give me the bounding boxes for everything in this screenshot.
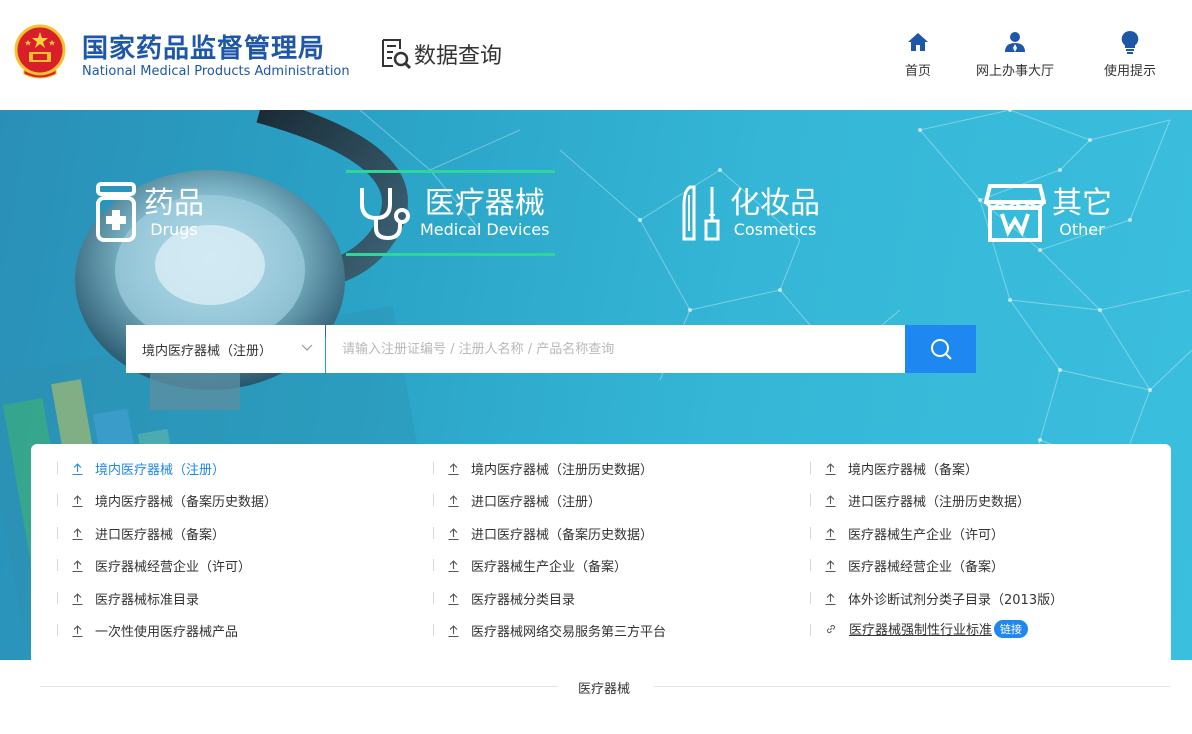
link-item[interactable]: 境内医疗器械（注册）	[72, 459, 225, 478]
upload-icon	[825, 494, 836, 507]
category-other-cn: 其它	[1052, 186, 1112, 221]
category-select[interactable]: 境内医疗器械（注册）	[126, 325, 325, 373]
separator	[810, 494, 811, 506]
category-cosmetics-cn: 化妆品	[730, 186, 820, 221]
category-medical-devices-en: Medical Devices	[420, 220, 550, 239]
link-badge: 链接	[994, 619, 1029, 638]
search-button[interactable]	[905, 325, 976, 373]
upload-icon	[72, 592, 83, 605]
separator	[433, 559, 434, 571]
brand-name-cn: 国家药品监督管理局	[82, 34, 326, 64]
home-icon	[908, 33, 928, 51]
upload-icon	[448, 559, 459, 572]
link-item[interactable]: 医疗器械标准目录	[72, 589, 199, 608]
brand-name-en: National Medical Products Administration	[82, 64, 350, 79]
upload-icon	[448, 494, 459, 507]
category-select-value: 境内医疗器械（注册）	[142, 343, 273, 359]
separator	[810, 462, 811, 474]
separator	[810, 624, 811, 636]
upload-icon	[448, 462, 459, 475]
nav-tips-label: 使用提示	[1104, 64, 1157, 79]
data-query-title: 数据查询	[380, 37, 502, 71]
top-header: 国家药品监督管理局 National Medical Products Admi…	[0, 0, 1192, 110]
section-title: 医疗器械	[578, 682, 631, 697]
link-icon	[826, 624, 836, 633]
separator	[810, 559, 811, 571]
link-item[interactable]: 医疗器械网络交易服务第三方平台	[448, 621, 666, 640]
upload-icon	[72, 559, 83, 572]
link-item[interactable]: 一次性使用医疗器械产品	[72, 621, 238, 640]
separator	[57, 527, 58, 539]
category-drugs-en: Drugs	[150, 220, 198, 239]
link-item[interactable]: 医疗器械经营企业（备案）	[825, 556, 1004, 575]
category-drugs-cn: 药品	[144, 186, 204, 221]
link-item[interactable]: 进口医疗器械（备案）	[72, 524, 225, 543]
lightbulb-icon	[1121, 30, 1139, 54]
section-divider	[40, 686, 558, 687]
cosmetics-icon	[682, 185, 720, 241]
upload-icon	[72, 527, 83, 540]
separator	[810, 592, 811, 604]
nav-tips[interactable]: 使用提示	[1104, 30, 1156, 79]
separator	[433, 527, 434, 539]
link-item[interactable]: 医疗器械生产企业（备案）	[448, 556, 627, 575]
link-item-external[interactable]: 医疗器械强制性行业标准 链接	[825, 619, 1029, 638]
link-item[interactable]: 境内医疗器械（注册历史数据）	[448, 459, 653, 478]
link-item[interactable]: 医疗器械经营企业（许可）	[72, 556, 251, 575]
separator	[433, 624, 434, 636]
upload-icon	[448, 624, 459, 637]
upload-icon	[825, 527, 836, 540]
separator	[810, 527, 811, 539]
separator	[433, 592, 434, 604]
nav-online-hall[interactable]: 网上办事大厅	[976, 30, 1054, 79]
link-item[interactable]: 进口医疗器械（备案历史数据）	[448, 524, 653, 543]
category-cosmetics[interactable]: 化妆品 Cosmetics	[680, 170, 820, 256]
link-item[interactable]: 境内医疗器械（备案）	[825, 459, 978, 478]
separator	[57, 462, 58, 474]
category-cosmetics-en: Cosmetics	[733, 220, 817, 239]
upload-icon	[72, 494, 83, 507]
upload-icon	[825, 462, 836, 475]
category-medical-devices-cn: 医疗器械	[424, 186, 545, 221]
search-icon	[930, 339, 952, 360]
upload-icon	[825, 559, 836, 572]
nav-home[interactable]: 首页	[905, 30, 931, 79]
separator	[433, 494, 434, 506]
national-emblem-icon	[14, 24, 66, 79]
link-item[interactable]: 体外诊断试剂分类子目录（2013版）	[825, 589, 1063, 608]
link-item[interactable]: 进口医疗器械（注册）	[448, 491, 601, 510]
chevron-down-icon	[301, 344, 313, 351]
separator	[57, 624, 58, 636]
document-search-icon	[382, 39, 412, 70]
upload-icon	[72, 624, 83, 637]
store-icon	[984, 184, 1046, 242]
search-bar: 境内医疗器械（注册）	[126, 325, 976, 373]
link-item[interactable]: 境内医疗器械（备案历史数据）	[72, 491, 277, 510]
nav-online-hall-label: 网上办事大厅	[976, 64, 1055, 79]
link-item[interactable]: 进口医疗器械（注册历史数据）	[825, 491, 1030, 510]
link-item[interactable]: 医疗器械生产企业（许可）	[825, 524, 1004, 543]
stethoscope-icon	[360, 188, 410, 241]
section-divider	[654, 686, 1170, 687]
separator	[57, 494, 58, 506]
search-input[interactable]	[326, 325, 905, 373]
separator	[433, 462, 434, 474]
upload-icon	[448, 527, 459, 540]
medicine-bottle-icon	[96, 182, 136, 242]
separator	[57, 559, 58, 571]
data-query-label: 数据查询	[414, 44, 503, 69]
category-drugs[interactable]: 药品 Drugs	[94, 170, 204, 256]
upload-icon	[448, 592, 459, 605]
category-medical-devices[interactable]: 医疗器械 Medical Devices	[346, 170, 555, 256]
category-other-en: Other	[1059, 220, 1105, 239]
link-item[interactable]: 医疗器械分类目录	[448, 589, 575, 608]
nav-home-label: 首页	[905, 64, 932, 79]
separator	[57, 592, 58, 604]
category-other[interactable]: 其它 Other	[984, 170, 1112, 256]
upload-icon	[825, 592, 836, 605]
upload-icon	[72, 462, 83, 475]
user-icon	[1005, 32, 1025, 52]
